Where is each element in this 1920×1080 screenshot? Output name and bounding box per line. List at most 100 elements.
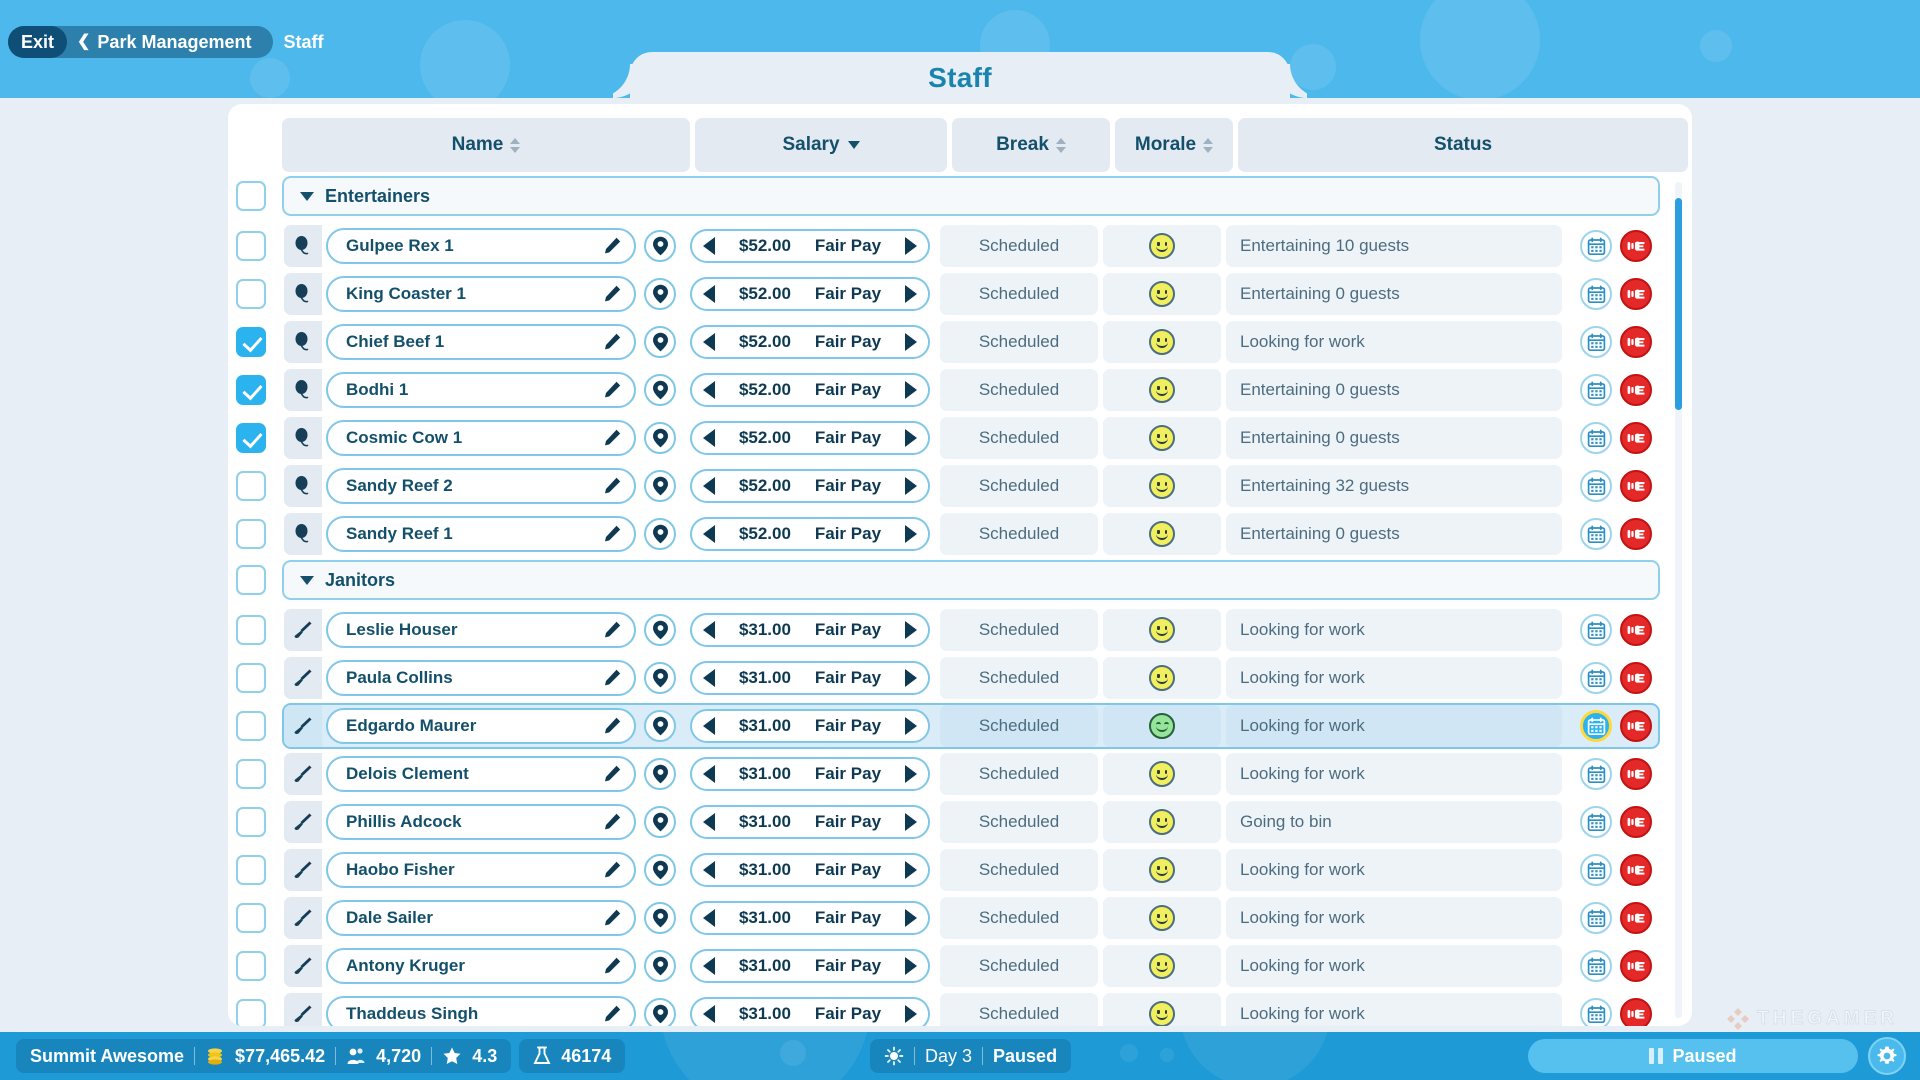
staff-name-field[interactable]: Cosmic Cow 1 [326, 420, 636, 456]
fire-staff-button[interactable] [1620, 950, 1652, 982]
staff-name-field[interactable]: Paula Collins [326, 660, 636, 696]
staff-schedule-button[interactable] [1580, 374, 1612, 406]
salary-stepper[interactable]: $31.00 Fair Pay [690, 613, 930, 647]
locate-staff-button[interactable] [644, 422, 676, 454]
rename-button[interactable] [602, 668, 622, 688]
locate-staff-button[interactable] [644, 470, 676, 502]
salary-stepper[interactable]: $52.00 Fair Pay [690, 517, 930, 551]
staff-schedule-button[interactable] [1580, 470, 1612, 502]
group-select-checkbox[interactable] [236, 181, 266, 211]
salary-increase-icon[interactable] [904, 381, 917, 399]
staff-row[interactable]: Phillis Adcock $31.00 Fair Pay Scheduled Goi… [228, 798, 1692, 846]
group-select-checkbox[interactable] [236, 565, 266, 595]
rename-button[interactable] [602, 524, 622, 544]
staff-name-field[interactable]: Gulpee Rex 1 [326, 228, 636, 264]
column-header-salary[interactable]: Salary [695, 118, 947, 172]
salary-increase-icon[interactable] [904, 957, 917, 975]
salary-increase-icon[interactable] [904, 669, 917, 687]
staff-select-checkbox[interactable] [236, 423, 266, 453]
salary-decrease-icon[interactable] [703, 477, 715, 495]
salary-decrease-icon[interactable] [703, 717, 715, 735]
staff-name-field[interactable]: Leslie Houser [326, 612, 636, 648]
salary-increase-icon[interactable] [904, 813, 917, 831]
salary-decrease-icon[interactable] [703, 429, 715, 447]
locate-staff-button[interactable] [644, 710, 676, 742]
settings-button[interactable] [1868, 1037, 1906, 1075]
locate-staff-button[interactable] [644, 998, 676, 1026]
fire-staff-button[interactable] [1620, 518, 1652, 550]
salary-increase-icon[interactable] [904, 909, 917, 927]
locate-staff-button[interactable] [644, 326, 676, 358]
salary-decrease-icon[interactable] [703, 381, 715, 399]
salary-increase-icon[interactable] [904, 429, 917, 447]
rename-button[interactable] [602, 236, 622, 256]
fire-staff-button[interactable] [1620, 854, 1652, 886]
staff-row[interactable]: Edgardo Maurer $31.00 Fair Pay Scheduled Loo… [228, 702, 1692, 750]
staff-row[interactable]: Dale Sailer $31.00 Fair Pay Scheduled Lookin… [228, 894, 1692, 942]
sort-descending-icon[interactable] [847, 141, 860, 149]
rename-button[interactable] [602, 812, 622, 832]
staff-name-field[interactable]: Dale Sailer [326, 900, 636, 936]
fire-staff-button[interactable] [1620, 662, 1652, 694]
staff-row[interactable]: Sandy Reef 1 $52.00 Fair Pay Scheduled Enter… [228, 510, 1692, 558]
salary-stepper[interactable]: $52.00 Fair Pay [690, 373, 930, 407]
fire-staff-button[interactable] [1620, 278, 1652, 310]
staff-row[interactable]: Thaddeus Singh $31.00 Fair Pay Scheduled Loo… [228, 990, 1692, 1026]
staff-row[interactable]: Leslie Houser $31.00 Fair Pay Scheduled Look… [228, 606, 1692, 654]
staff-schedule-button[interactable] [1580, 278, 1612, 310]
salary-decrease-icon[interactable] [703, 237, 715, 255]
staff-select-checkbox[interactable] [236, 231, 266, 261]
rename-button[interactable] [602, 284, 622, 304]
rename-button[interactable] [602, 860, 622, 880]
rename-button[interactable] [602, 332, 622, 352]
staff-schedule-button[interactable] [1580, 518, 1612, 550]
staff-select-checkbox[interactable] [236, 807, 266, 837]
salary-stepper[interactable]: $31.00 Fair Pay [690, 709, 930, 743]
staff-name-field[interactable]: Delois Clement [326, 756, 636, 792]
fire-staff-button[interactable] [1620, 710, 1652, 742]
staff-row[interactable]: Paula Collins $31.00 Fair Pay Scheduled Look… [228, 654, 1692, 702]
locate-staff-button[interactable] [644, 902, 676, 934]
staff-schedule-button[interactable] [1580, 662, 1612, 694]
staff-select-checkbox[interactable] [236, 903, 266, 933]
salary-increase-icon[interactable] [904, 285, 917, 303]
locate-staff-button[interactable] [644, 662, 676, 694]
salary-stepper[interactable]: $52.00 Fair Pay [690, 469, 930, 503]
staff-row[interactable]: Haobo Fisher $31.00 Fair Pay Scheduled Looki… [228, 846, 1692, 894]
staff-row[interactable]: Chief Beef 1 $52.00 Fair Pay Scheduled Looki… [228, 318, 1692, 366]
fire-staff-button[interactable] [1620, 998, 1652, 1026]
scrollbar-track[interactable] [1675, 182, 1682, 1018]
staff-row[interactable]: Bodhi 1 $52.00 Fair Pay Scheduled Entertaini… [228, 366, 1692, 414]
staff-row[interactable]: Sandy Reef 2 $52.00 Fair Pay Scheduled Enter… [228, 462, 1692, 510]
staff-select-checkbox[interactable] [236, 327, 266, 357]
staff-row[interactable]: King Coaster 1 $52.00 Fair Pay Scheduled Ent… [228, 270, 1692, 318]
staff-name-field[interactable]: King Coaster 1 [326, 276, 636, 312]
staff-select-checkbox[interactable] [236, 855, 266, 885]
salary-stepper[interactable]: $31.00 Fair Pay [690, 661, 930, 695]
staff-row[interactable]: Gulpee Rex 1 $52.00 Fair Pay Scheduled Enter… [228, 222, 1692, 270]
staff-name-field[interactable]: Chief Beef 1 [326, 324, 636, 360]
group-toggle-entertainers[interactable]: Entertainers [282, 176, 1660, 216]
staff-name-field[interactable]: Antony Kruger [326, 948, 636, 984]
locate-staff-button[interactable] [644, 518, 676, 550]
fire-staff-button[interactable] [1620, 326, 1652, 358]
salary-increase-icon[interactable] [904, 477, 917, 495]
fire-staff-button[interactable] [1620, 374, 1652, 406]
salary-increase-icon[interactable] [904, 333, 917, 351]
salary-stepper[interactable]: $31.00 Fair Pay [690, 853, 930, 887]
locate-staff-button[interactable] [644, 758, 676, 790]
fire-staff-button[interactable] [1620, 230, 1652, 262]
salary-decrease-icon[interactable] [703, 621, 715, 639]
locate-staff-button[interactable] [644, 806, 676, 838]
column-header-break[interactable]: Break [952, 118, 1110, 172]
salary-stepper[interactable]: $31.00 Fair Pay [690, 757, 930, 791]
fire-staff-button[interactable] [1620, 614, 1652, 646]
sort-toggle-icon[interactable] [1055, 137, 1066, 153]
staff-schedule-button[interactable] [1580, 950, 1612, 982]
column-header-name[interactable]: Name [282, 118, 690, 172]
salary-increase-icon[interactable] [904, 861, 917, 879]
staff-name-field[interactable]: Sandy Reef 1 [326, 516, 636, 552]
salary-increase-icon[interactable] [904, 525, 917, 543]
salary-decrease-icon[interactable] [703, 669, 715, 687]
rename-button[interactable] [602, 908, 622, 928]
